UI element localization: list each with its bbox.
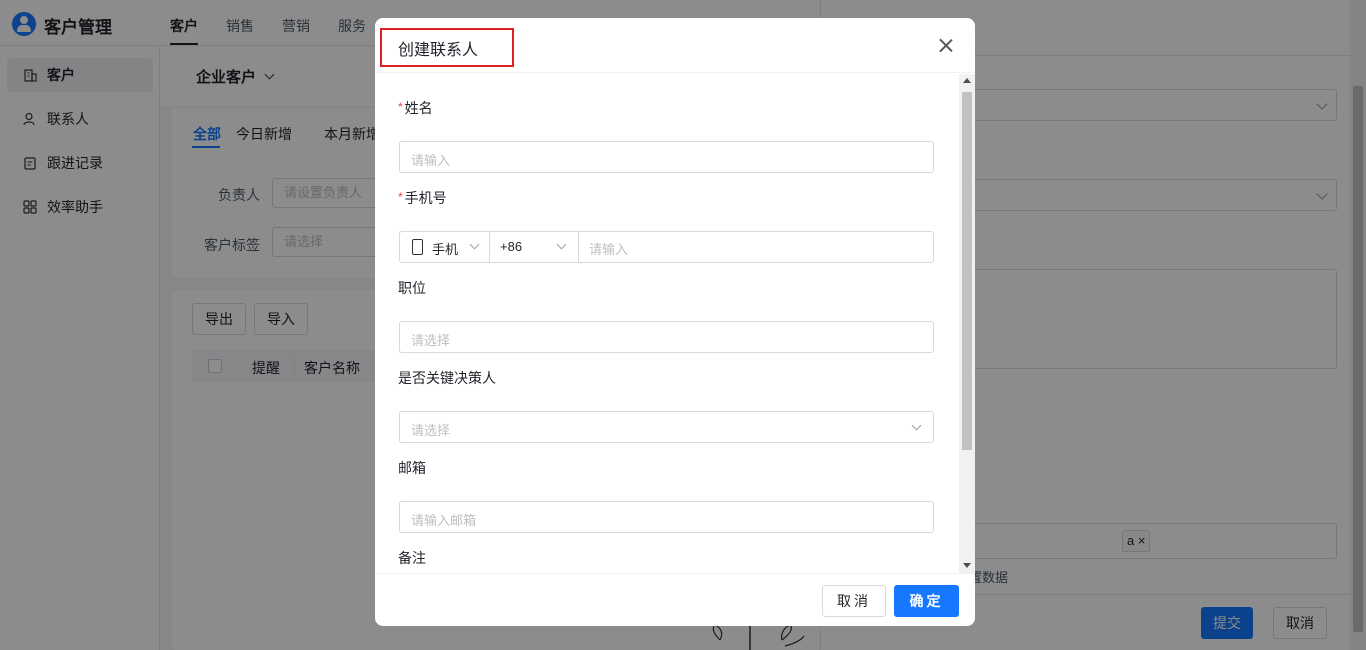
position-placeholder: 请选择: [411, 333, 451, 348]
name-label: * 姓名: [398, 98, 433, 118]
create-contact-modal: 创建联系人 * 姓名 请输入 * 手机号 手机 +86 请输入 职位 请选择 是…: [375, 18, 975, 626]
mobile-phone-icon: [412, 239, 423, 255]
chevron-down-icon: [911, 420, 922, 431]
name-placeholder: 请输入: [411, 153, 451, 168]
phone-label: * 手机号: [398, 188, 447, 208]
phone-type-select[interactable]: 手机: [400, 232, 489, 262]
chevron-down-icon: [556, 239, 567, 250]
country-code-value: +86: [500, 239, 523, 254]
name-label-text: 姓名: [404, 100, 433, 116]
modal-body: * 姓名 请输入 * 手机号 手机 +86 请输入 职位 请选择 是否关键决策人…: [375, 74, 959, 573]
modal-title: 创建联系人: [398, 42, 479, 59]
scroll-down-arrow-icon[interactable]: [963, 563, 971, 568]
modal-footer: 取消 确定: [375, 573, 975, 626]
phone-number-input[interactable]: 请输入: [579, 232, 934, 262]
cancel-button[interactable]: 取消: [822, 585, 886, 617]
position-label: 职位: [398, 280, 426, 296]
phone-field-group: 手机 +86 请输入: [399, 231, 934, 263]
phone-type-value: 手机: [432, 242, 459, 257]
decision-maker-select[interactable]: 请选择: [399, 411, 934, 443]
phone-label-text: 手机号: [404, 190, 447, 206]
country-code-select[interactable]: +86: [490, 232, 578, 262]
phone-placeholder: 请输入: [589, 242, 629, 257]
required-mark: *: [398, 100, 403, 114]
name-input[interactable]: 请输入: [399, 141, 934, 173]
required-mark: *: [398, 190, 403, 204]
close-icon[interactable]: [935, 35, 957, 57]
email-placeholder: 请输入邮箱: [411, 513, 477, 528]
position-select[interactable]: 请选择: [399, 321, 934, 353]
remark-label: 备注: [398, 550, 426, 566]
confirm-button[interactable]: 确定: [894, 585, 959, 617]
chevron-down-icon: [469, 239, 480, 250]
email-input[interactable]: 请输入邮箱: [399, 501, 934, 533]
scroll-up-arrow-icon[interactable]: [963, 78, 971, 83]
decision-maker-placeholder: 请选择: [411, 423, 451, 438]
modal-header: 创建联系人: [375, 18, 975, 73]
modal-scroll-thumb[interactable]: [962, 92, 972, 450]
decision-maker-label: 是否关键决策人: [398, 370, 496, 386]
modal-scrollbar[interactable]: [959, 74, 975, 573]
email-label: 邮箱: [398, 460, 426, 476]
